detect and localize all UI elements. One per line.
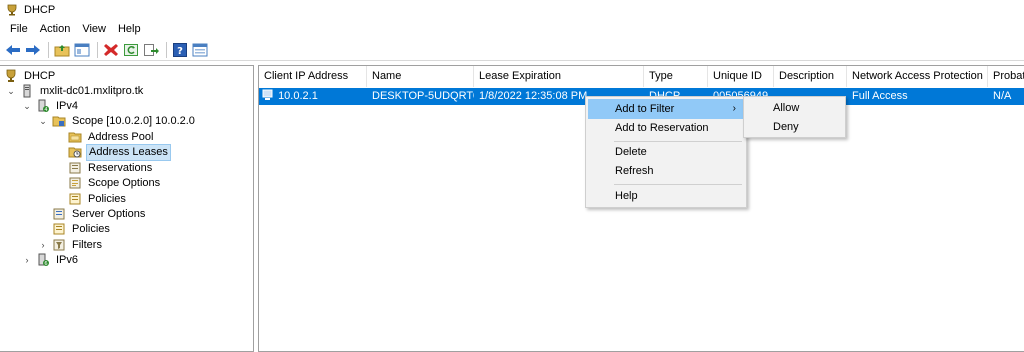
menu-bar: File Action View Help xyxy=(0,20,1024,38)
tree-item-label: Address Leases xyxy=(86,143,171,161)
chevron-right-icon[interactable]: › xyxy=(38,237,48,253)
dhcp-root-icon xyxy=(6,69,16,82)
tree-item-label: mxlit-dc01.mxlitpro.tk xyxy=(40,84,144,97)
chevron-down-icon[interactable]: ⌄ xyxy=(38,113,48,129)
tree-item-scope-options[interactable]: Scope Options xyxy=(68,175,162,191)
filters-icon xyxy=(53,239,65,251)
tree-item-reservations[interactable]: Reservations xyxy=(68,160,154,176)
server-icon xyxy=(23,84,31,98)
chevron-down-icon[interactable]: ⌄ xyxy=(22,98,32,114)
menu-item-refresh[interactable]: Refresh xyxy=(588,161,744,181)
tree-item-server-options[interactable]: Server Options xyxy=(52,206,147,222)
tree-item-scope[interactable]: ⌄ Scope [10.0.2.0] 10.0.2.0 xyxy=(38,113,197,129)
tree-item-label: Scope Options xyxy=(88,176,161,189)
ipv4-icon: 4 xyxy=(38,99,49,113)
submenu-arrow-icon: › xyxy=(732,103,736,114)
column-header-name[interactable]: Name xyxy=(367,66,474,87)
tree-item-address-leases[interactable]: Address Leases xyxy=(68,143,171,161)
menu-separator xyxy=(614,184,742,185)
client-ip-value: 10.0.2.1 xyxy=(278,90,318,102)
ipv6-icon: 6 xyxy=(38,253,49,267)
policies-icon xyxy=(53,223,65,235)
properties-icon[interactable] xyxy=(191,41,209,59)
svg-text:?: ? xyxy=(177,46,183,57)
tree-item-filters[interactable]: › Filters xyxy=(38,237,104,253)
column-header-lease-expiration[interactable]: Lease Expiration xyxy=(474,66,644,87)
tree-item-ipv6[interactable]: › 6 IPv6 xyxy=(22,252,80,268)
tree-item-scope-policies[interactable]: Policies xyxy=(68,191,128,207)
tree-item-label: DHCP xyxy=(24,69,56,82)
export-list-icon[interactable] xyxy=(142,41,160,59)
lease-computer-icon xyxy=(262,89,273,100)
policies-icon xyxy=(69,193,81,205)
menu-file[interactable]: File xyxy=(4,20,34,38)
scope-options-icon xyxy=(69,177,81,189)
scope-folder-icon xyxy=(52,116,66,127)
menu-item-label: Add to Filter xyxy=(615,103,675,115)
reservations-icon xyxy=(69,162,81,174)
tree-item-label: Reservations xyxy=(88,161,153,174)
menu-item-add-to-filter[interactable]: Add to Filter › xyxy=(588,99,744,119)
forward-icon[interactable] xyxy=(24,41,42,59)
back-icon[interactable] xyxy=(4,41,22,59)
toolbar-separator xyxy=(97,41,98,58)
menu-view[interactable]: View xyxy=(76,20,112,38)
cell-probation: N/A xyxy=(993,90,1012,102)
column-header-probation[interactable]: Probat xyxy=(988,66,1024,87)
menu-item-deny[interactable]: Deny xyxy=(746,118,843,137)
tree-item-label: IPv4 xyxy=(56,99,79,112)
column-header-unique-id[interactable]: Unique ID xyxy=(708,66,774,87)
context-menu: Add to Filter › Add to Reservation Delet… xyxy=(585,96,747,208)
menu-item-allow[interactable]: Allow xyxy=(746,99,843,118)
toolbar-separator xyxy=(166,41,167,58)
server-options-icon xyxy=(53,208,65,220)
column-header-type[interactable]: Type xyxy=(644,66,708,87)
menu-help[interactable]: Help xyxy=(112,20,147,38)
tree-item-ipv4[interactable]: ⌄ 4 IPv4 xyxy=(22,98,80,114)
tree-item-label: IPv6 xyxy=(56,253,79,266)
tree-item-label: Address Pool xyxy=(88,130,154,143)
window-title: DHCP xyxy=(24,4,56,16)
tree-item-server[interactable]: ⌄ mxlit-dc01.mxlitpro.tk xyxy=(6,83,145,99)
toolbar-separator xyxy=(48,41,49,58)
console-tree: DHCP ⌄ mxlit-dc01.mxlitpro.tk ⌄ 4 IPv4 ⌄… xyxy=(0,65,254,352)
menu-item-delete[interactable]: Delete xyxy=(588,142,744,162)
tree-item-label: Filters xyxy=(72,238,102,251)
tree-item-label: Policies xyxy=(88,192,126,205)
help-icon[interactable]: ? xyxy=(171,41,189,59)
tree-item-label: Scope [10.0.2.0] 10.0.2.0 xyxy=(72,114,195,127)
tree-item-label: Server Options xyxy=(72,207,146,220)
chevron-right-icon[interactable]: › xyxy=(22,252,32,268)
chevron-down-icon[interactable]: ⌄ xyxy=(6,83,16,99)
toolbar: ? xyxy=(0,39,1024,61)
address-pool-icon xyxy=(68,132,82,143)
menu-action[interactable]: Action xyxy=(34,20,77,38)
tree-item-ipv4-policies[interactable]: Policies xyxy=(52,221,112,237)
refresh-icon[interactable] xyxy=(122,41,140,59)
add-to-filter-submenu: Allow Deny xyxy=(743,96,846,138)
dhcp-app-icon xyxy=(7,4,17,16)
cell-nap: Full Access xyxy=(852,90,908,102)
up-folder-icon[interactable] xyxy=(53,41,71,59)
cell-name: DESKTOP-5UDQRT0... xyxy=(372,90,474,102)
cell-client-ip: 10.0.2.1 xyxy=(259,88,367,105)
menu-item-add-to-reservation[interactable]: Add to Reservation xyxy=(588,118,744,138)
title-bar: DHCP xyxy=(0,0,1024,20)
address-leases-icon xyxy=(68,147,82,158)
tree-item-label: Policies xyxy=(72,222,110,235)
show-hide-tree-icon[interactable] xyxy=(73,41,91,59)
svg-text:6: 6 xyxy=(44,261,47,267)
tree-item-dhcp[interactable]: DHCP xyxy=(4,68,57,84)
column-header-client-ip[interactable]: Client IP Address xyxy=(259,66,367,87)
column-header-description[interactable]: Description xyxy=(774,66,847,87)
delete-icon[interactable] xyxy=(102,41,120,59)
menu-item-help[interactable]: Help xyxy=(588,186,744,206)
column-header-nap[interactable]: Network Access Protection xyxy=(847,66,988,87)
